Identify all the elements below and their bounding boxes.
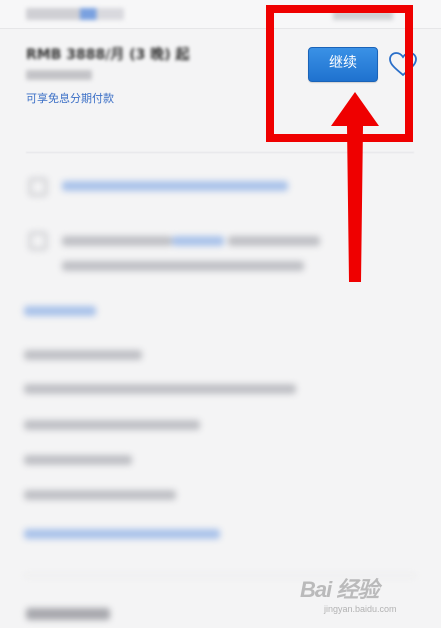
blurred-section-link <box>24 306 96 316</box>
blurred-text-row <box>24 490 176 500</box>
blurred-text-row <box>62 236 172 246</box>
annotation-arrow-icon <box>331 92 379 282</box>
price-text: RMB 3888/月 (3 晚) 起 <box>26 47 190 63</box>
info-icon <box>29 232 47 250</box>
blurred-text-row <box>24 350 142 360</box>
watermark: Bai 经验 jingyan.baidu.com <box>300 572 430 624</box>
blurred-subline <box>26 70 92 80</box>
watermark-logo: Bai 经验 <box>300 577 379 602</box>
offer-label: 可享免息分期付款 <box>26 92 114 105</box>
blurred-text-row <box>24 455 132 465</box>
blurred-link-row <box>172 236 224 246</box>
blurred-text-row <box>24 384 296 394</box>
blurred-link-row <box>62 181 288 191</box>
blurred-link-row <box>24 529 220 539</box>
blurred-heading <box>26 608 110 620</box>
blurred-tab-title <box>26 8 124 20</box>
blurred-text-row <box>24 420 200 430</box>
blurred-text-row <box>62 261 304 271</box>
blurred-text-row <box>228 236 320 246</box>
info-icon <box>29 178 47 196</box>
installment-offer-link[interactable]: 可享免息分期付款 <box>26 90 114 106</box>
watermark-url: jingyan.baidu.com <box>324 604 397 614</box>
